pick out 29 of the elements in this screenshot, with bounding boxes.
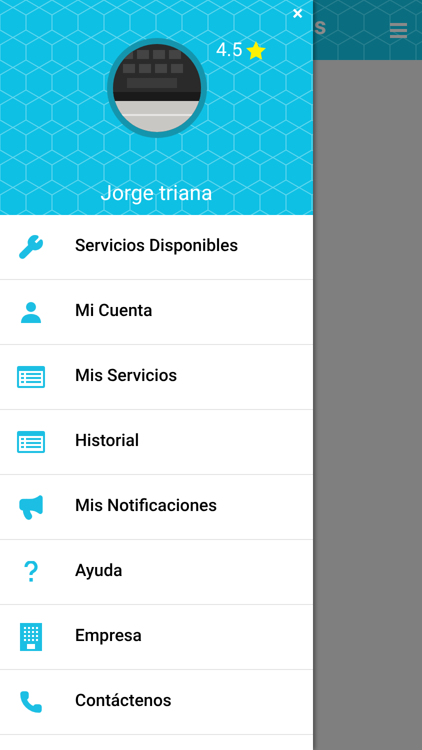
- menu-item[interactable]: Mis Notificaciones: [0, 475, 313, 540]
- wrench-icon: [18, 234, 44, 260]
- building-icon: [20, 623, 42, 651]
- menu-item-label: Ayuda: [75, 560, 122, 584]
- menu-item[interactable]: Empresa: [0, 605, 313, 670]
- megaphone-icon: [17, 493, 45, 521]
- menu-item-label: Mis Servicios: [75, 365, 178, 388]
- menu-item-label: Mi Cuenta: [75, 300, 152, 324]
- menu-item[interactable]: Historial: [0, 410, 313, 475]
- menu-item-label: Contáctenos: [75, 690, 172, 714]
- menu-item-label: Historial: [75, 430, 140, 454]
- phone-icon: [19, 690, 43, 714]
- app-bar-title: s: [314, 14, 326, 38]
- menu-item-label: Empresa: [75, 625, 142, 648]
- menu-icon[interactable]: [390, 23, 407, 38]
- menu-item[interactable]: Ayuda: [0, 540, 313, 605]
- rating: 4.5: [216, 37, 242, 63]
- user-name: Jorge triana: [100, 180, 213, 208]
- menu-item[interactable]: Servicios Disponibles: [0, 215, 313, 280]
- list-icon: [17, 366, 45, 388]
- question-mark-icon: [24, 561, 38, 583]
- menu-item[interactable]: Contáctenos: [0, 670, 313, 735]
- user-icon: [19, 300, 43, 324]
- menu-item[interactable]: Mis Servicios: [0, 345, 313, 410]
- menu-item-label: Servicios Disponibles: [75, 235, 238, 258]
- menu-item-label: Mis Notificaciones: [75, 495, 218, 518]
- menu-item[interactable]: Mi Cuenta: [0, 280, 313, 345]
- star-icon: [246, 40, 266, 60]
- list-icon: [17, 431, 45, 453]
